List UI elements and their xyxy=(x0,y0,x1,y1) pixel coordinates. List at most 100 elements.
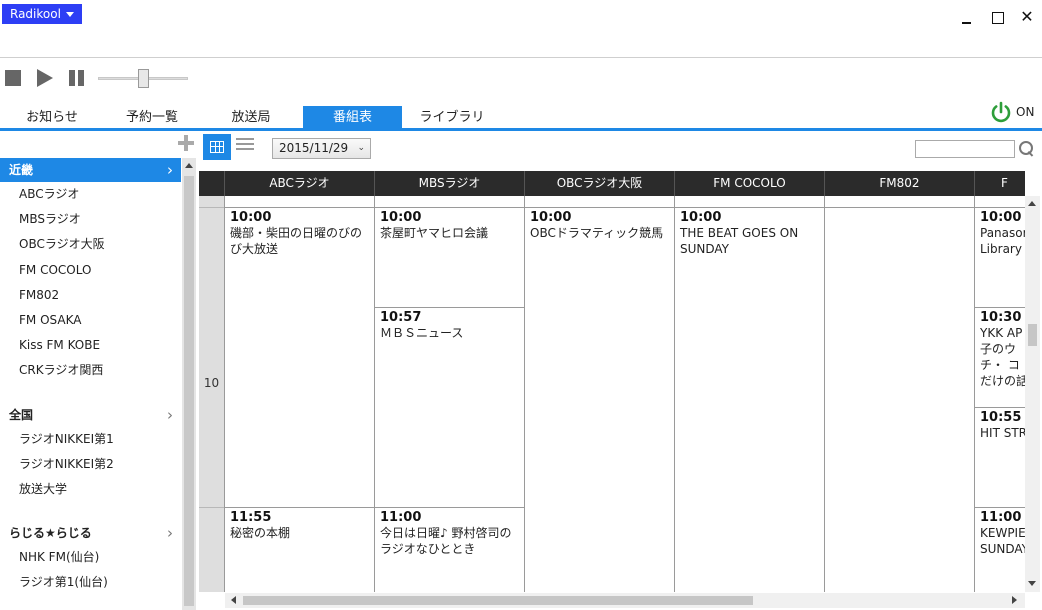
station-item[interactable]: FM COCOLO xyxy=(0,258,181,283)
program-cell[interactable]: 10:00 THE BEAT GOES ON SUNDAY xyxy=(675,208,824,592)
program-grid: ABCラジオ MBSラジオ OBCラジオ大阪 FM COCOLO FM802 F… xyxy=(199,171,1025,592)
program-time: 11:00 xyxy=(980,510,1022,525)
chevron-down-icon: ⌄ xyxy=(357,143,365,153)
app-window: Radikool ✕ お知らせ 予約一覧 放送局 番組表 ライブラリ ON 近畿… xyxy=(0,0,1042,610)
stop-button[interactable] xyxy=(5,70,21,86)
scrollbar-thumb[interactable] xyxy=(243,596,753,605)
program-time: 10:00 xyxy=(230,210,272,225)
group-label: 近畿 xyxy=(9,163,34,177)
list-view-button[interactable] xyxy=(236,138,254,154)
program-cell[interactable]: 10:00 Panasor Library xyxy=(975,208,1025,308)
program-title: THE BEAT GOES ON SUNDAY xyxy=(680,226,799,256)
scroll-up-icon[interactable] xyxy=(185,163,193,168)
program-cell[interactable]: 10:30 YKK AP 子のウチ・ コだけの話 xyxy=(975,308,1025,408)
station-column: 10:00 磯部・柴田の日曜のびのび大放送 11:55 秘密の本棚 xyxy=(224,196,374,592)
column-header[interactable]: ABCラジオ xyxy=(224,171,374,196)
volume-slider-thumb[interactable] xyxy=(138,69,149,88)
search-input[interactable] xyxy=(915,140,1015,158)
program-cell[interactable]: 11:00 KEWPIE SUNDAY xyxy=(975,508,1025,592)
program-cell[interactable]: 11:00 今日は日曜♪ 野村啓司のラジオなひととき xyxy=(375,508,524,592)
program-cell[interactable]: 11:55 秘密の本棚 xyxy=(225,508,374,592)
program-title: Panasor Library xyxy=(980,226,1025,256)
grid-horizontal-scrollbar[interactable] xyxy=(225,593,1025,608)
column-header[interactable]: FM COCOLO xyxy=(674,171,824,196)
station-item[interactable]: 放送大学 xyxy=(0,477,181,502)
program-cell[interactable]: 10:57 ＭＢＳニュース xyxy=(375,308,524,508)
program-time: 10:00 xyxy=(980,210,1022,225)
sidebar-scrollbar[interactable] xyxy=(182,158,196,610)
column-header[interactable]: MBSラジオ xyxy=(374,171,524,196)
add-icon[interactable] xyxy=(177,134,195,152)
group-national[interactable]: 全国 › xyxy=(0,403,181,427)
program-cell[interactable]: 10:00 OBCドラマティック競馬 xyxy=(525,208,674,592)
station-column: 10:00 Panasor Library 10:30 YKK AP 子のウチ・… xyxy=(974,196,1025,592)
station-sidebar: 近畿 › ABCラジオ MBSラジオ OBCラジオ大阪 FM COCOLO FM… xyxy=(0,158,181,610)
play-button[interactable] xyxy=(37,69,53,87)
station-item[interactable]: OBCラジオ大阪 xyxy=(0,232,181,257)
scroll-up-icon[interactable] xyxy=(1028,201,1036,206)
station-column: 10:00 OBCドラマティック競馬 xyxy=(524,196,674,592)
station-item[interactable]: FM802 xyxy=(0,283,181,308)
program-time: 10:57 xyxy=(380,310,422,325)
program-title: 今日は日曜♪ 野村啓司のラジオなひととき xyxy=(380,526,512,556)
tab-underline xyxy=(0,128,1042,131)
close-button[interactable]: ✕ xyxy=(1016,6,1038,28)
power-status-label: ON xyxy=(1016,105,1035,119)
station-column: 10:00 THE BEAT GOES ON SUNDAY xyxy=(674,196,824,592)
station-item[interactable]: MBSラジオ xyxy=(0,207,181,232)
date-value: 2015/11/29 xyxy=(279,141,349,155)
program-title: 茶屋町ヤマヒロ会議 xyxy=(380,226,489,240)
station-item[interactable]: CRKラジオ関西 xyxy=(0,358,181,383)
chevron-right-icon: › xyxy=(167,405,173,424)
scroll-down-icon[interactable] xyxy=(1028,581,1036,586)
station-item[interactable]: ラジオNIKKEI第1 xyxy=(0,427,181,452)
column-header[interactable]: OBCラジオ大阪 xyxy=(524,171,674,196)
column-header[interactable]: FM802 xyxy=(824,171,974,196)
station-item[interactable]: ABCラジオ xyxy=(0,182,181,207)
group-rajiru[interactable]: らじる★らじる › xyxy=(0,521,181,545)
program-cell[interactable]: 10:00 磯部・柴田の日曜のびのび大放送 xyxy=(225,208,374,508)
tab-notices[interactable]: お知らせ xyxy=(4,106,100,129)
tab-library[interactable]: ライブラリ xyxy=(404,106,500,129)
program-time: 10:00 xyxy=(380,210,422,225)
station-column: 10:00 茶屋町ヤマヒロ会議 10:57 ＭＢＳニュース 11:00 今日は日… xyxy=(374,196,524,592)
station-item[interactable]: Kiss FM KOBE xyxy=(0,333,181,358)
divider xyxy=(0,57,1042,58)
program-title: 磯部・柴田の日曜のびのび大放送 xyxy=(230,226,363,256)
power-icon[interactable] xyxy=(990,101,1012,123)
tab-program-guide[interactable]: 番組表 xyxy=(303,106,402,129)
program-cell[interactable]: 10:00 茶屋町ヤマヒロ会議 xyxy=(375,208,524,308)
scrollbar-thumb[interactable] xyxy=(184,176,194,606)
tab-stations[interactable]: 放送局 xyxy=(203,106,299,129)
scrollbar-thumb[interactable] xyxy=(1028,324,1037,346)
grid-view-button[interactable] xyxy=(203,134,231,160)
program-cell[interactable]: 10:55 HIT STR xyxy=(975,408,1025,508)
program-title: OBCドラマティック競馬 xyxy=(530,226,664,240)
scroll-left-icon[interactable] xyxy=(231,596,236,604)
station-item[interactable]: ラジオNIKKEI第2 xyxy=(0,452,181,477)
station-item[interactable]: ラジオ第1(仙台) xyxy=(0,570,181,595)
pause-button[interactable] xyxy=(68,70,86,86)
group-label: らじる★らじる xyxy=(9,526,92,541)
group-kinki[interactable]: 近畿 › xyxy=(0,158,181,182)
program-time: 11:55 xyxy=(230,510,272,525)
minimize-button[interactable] xyxy=(956,6,978,28)
date-select[interactable]: 2015/11/29 ⌄ xyxy=(272,138,371,159)
tab-reservations[interactable]: 予約一覧 xyxy=(104,106,200,129)
app-menu-button[interactable]: Radikool xyxy=(2,4,82,24)
hour-label: 10 xyxy=(203,376,220,390)
maximize-button[interactable] xyxy=(986,6,1008,28)
grid-vertical-scrollbar[interactable] xyxy=(1025,196,1040,592)
chevron-right-icon: › xyxy=(167,524,173,543)
program-title: HIT STR xyxy=(980,426,1025,440)
search-icon[interactable] xyxy=(1019,141,1035,157)
program-time: 11:00 xyxy=(380,510,422,525)
station-item[interactable]: NHK FM(仙台) xyxy=(0,545,181,570)
program-title: 秘密の本棚 xyxy=(230,526,291,540)
program-time: 10:55 xyxy=(980,410,1022,425)
station-item[interactable]: FM OSAKA xyxy=(0,308,181,333)
scroll-right-icon[interactable] xyxy=(1012,596,1017,604)
column-header[interactable]: F xyxy=(974,171,1025,196)
station-column xyxy=(824,196,974,592)
chevron-right-icon: › xyxy=(167,161,173,179)
